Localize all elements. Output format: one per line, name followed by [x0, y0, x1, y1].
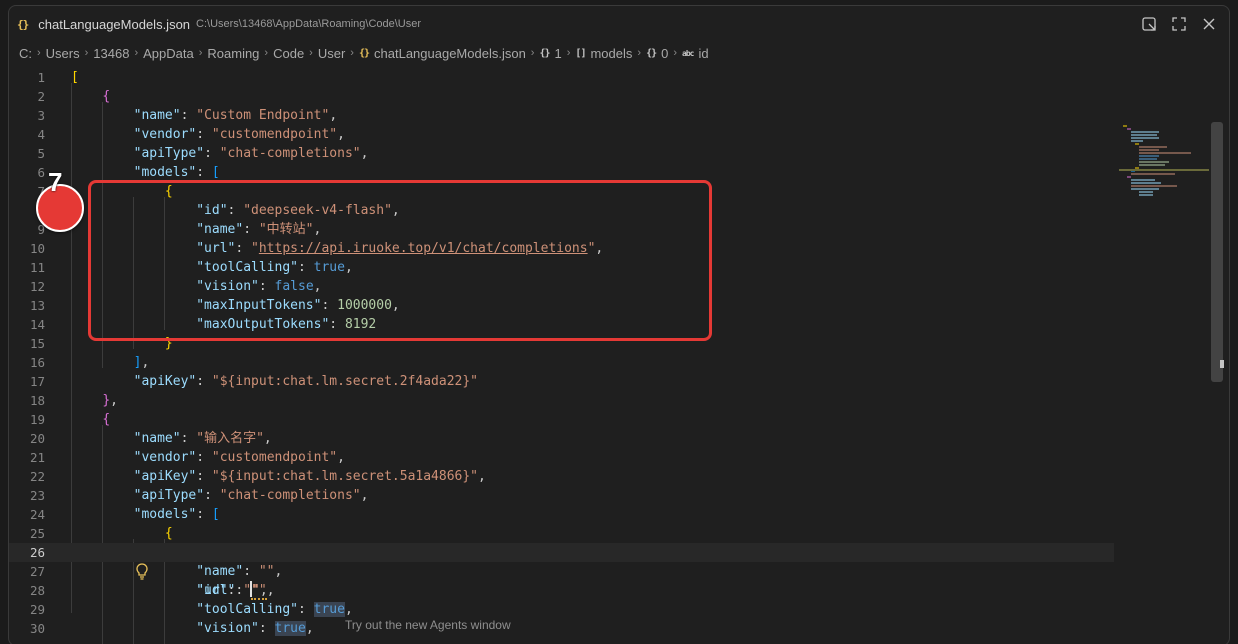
json-brace-icon: {} [358, 47, 370, 59]
close-icon [1203, 18, 1215, 30]
breadcrumb-item-object-0[interactable]: {} 0 [646, 46, 668, 61]
annotation-step-number: 7 [48, 167, 63, 197]
code-editor[interactable]: 1[ 2 { 3 "name": "Custom Endpoint", 4 "v… [9, 64, 1229, 644]
breadcrumb-models-label: models [590, 45, 633, 61]
code-line: 20 "name": "输入名字", [29, 431, 272, 446]
url-link[interactable]: https://api.iruoke.top/v1/chat/completio… [259, 241, 588, 256]
code-line: 17 "apiKey": "${input:chat.lm.secret.2f4… [29, 374, 479, 389]
breadcrumb-object-label: 0 [661, 45, 669, 61]
code-line: 25 { [29, 526, 173, 541]
code-line: 28 "url": "", [29, 583, 275, 600]
code-line: 10 "url": "https://api.iruoke.top/v1/cha… [29, 241, 604, 256]
code-line: 12 "vision": false, [29, 279, 322, 294]
breadcrumb-item-user-id[interactable]: 13468 [93, 46, 129, 61]
open-in-editor-icon [1142, 17, 1156, 31]
chevron-right-icon: › [198, 47, 203, 59]
code-line: 6 "models": [ [37, 165, 220, 180]
code-line: 16 ], [29, 355, 150, 370]
window-controls [1139, 14, 1219, 34]
overview-ruler-mark [1220, 360, 1224, 368]
vertical-scrollbar[interactable] [1211, 122, 1223, 382]
breadcrumb-item-id[interactable]: abc id [682, 46, 709, 61]
chevron-right-icon: › [673, 47, 678, 59]
chevron-right-icon: › [566, 47, 571, 59]
code-line: 2 { [37, 89, 111, 104]
file-path: C:\Users\13468\AppData\Roaming\Code\User [196, 18, 422, 30]
chevron-right-icon: › [264, 47, 269, 59]
code-line: 18 }, [29, 393, 118, 408]
code-line: 8 "id": "deepseek-v4-flash", [37, 203, 400, 218]
breadcrumb-item-appdata[interactable]: AppData [143, 46, 194, 61]
string-icon: abc [682, 48, 694, 58]
chevron-right-icon: › [84, 47, 89, 59]
chevron-right-icon: › [37, 47, 41, 59]
code-line: 1[ [37, 70, 79, 85]
breadcrumb-item-drive[interactable]: C: [19, 46, 32, 61]
breadcrumb-file-label: chatLanguageModels.json [374, 45, 526, 61]
chevron-right-icon: › [637, 47, 642, 59]
maximize-button[interactable] [1169, 14, 1189, 34]
breadcrumb-item-user[interactable]: User [318, 46, 345, 61]
code-line: 27 "name": "", [29, 564, 283, 579]
code-line: 24 "models": [ [29, 507, 220, 522]
chevron-right-icon: › [530, 47, 535, 59]
breadcrumb-item-roaming[interactable]: Roaming [207, 46, 259, 61]
breadcrumb-item-users[interactable]: Users [46, 46, 80, 61]
code-line: 7 { [37, 184, 173, 199]
title-bar: {} chatLanguageModels.json C:\Users\1346… [9, 6, 1229, 42]
code-line: 23 "apiType": "chat-completions", [29, 488, 369, 503]
lightbulb-icon[interactable] [71, 543, 148, 580]
chevron-right-icon: › [309, 47, 313, 59]
maximize-icon [1172, 17, 1186, 31]
breadcrumb-array-label: 1 [554, 45, 562, 61]
breadcrumb: C: › Users › 13468 › AppData › Roaming ›… [9, 42, 1229, 64]
current-code-line: 26 "id": "", [9, 543, 1114, 598]
chevron-right-icon: › [350, 47, 354, 59]
code-line: 9 "name": "中转站", [37, 222, 322, 237]
code-line: 22 "apiKey": "${input:chat.lm.secret.5a1… [29, 469, 486, 484]
breadcrumb-item-array-1[interactable]: {} 1 [539, 46, 561, 61]
code-line: 21 "vendor": "customendpoint", [29, 450, 345, 465]
close-button[interactable] [1199, 14, 1219, 34]
breadcrumb-id-label: id [698, 45, 709, 61]
agents-window-hint[interactable]: Try out the new Agents window [345, 618, 511, 632]
breadcrumb-item-models[interactable]: [] models [575, 46, 632, 61]
breadcrumb-item-code[interactable]: Code [273, 46, 304, 61]
array-icon: [] [575, 47, 586, 59]
code-line: 5 "apiType": "chat-completions", [37, 146, 369, 161]
code-line: 29 "toolCalling": true, [29, 602, 353, 617]
json-brace-icon: {} [17, 17, 29, 31]
file-title: chatLanguageModels.json [38, 16, 191, 32]
minimap[interactable] [1119, 122, 1209, 202]
code-line: 13 "maxInputTokens": 1000000, [29, 298, 400, 313]
warning-squiggle[interactable]: "" [251, 583, 267, 600]
code-line: 30 "vision": true, [29, 621, 314, 636]
code-line: 15 } [29, 336, 173, 351]
open-in-editor-button[interactable] [1139, 14, 1159, 34]
code-line: 19 { [29, 412, 111, 427]
code-line: 14 "maxOutputTokens": 8192 [29, 317, 377, 332]
chevron-right-icon: › [134, 47, 139, 59]
code-line: 11 "toolCalling": true, [29, 260, 353, 275]
breadcrumb-item-file[interactable]: {} chatLanguageModels.json [359, 46, 526, 61]
code-line: 3 "name": "Custom Endpoint", [37, 108, 338, 123]
code-line: 4 "vendor": "customendpoint", [37, 127, 345, 142]
array-icon: {} [539, 47, 550, 59]
object-icon: {} [646, 47, 657, 59]
editor-window: {} chatLanguageModels.json C:\Users\1346… [8, 5, 1230, 644]
